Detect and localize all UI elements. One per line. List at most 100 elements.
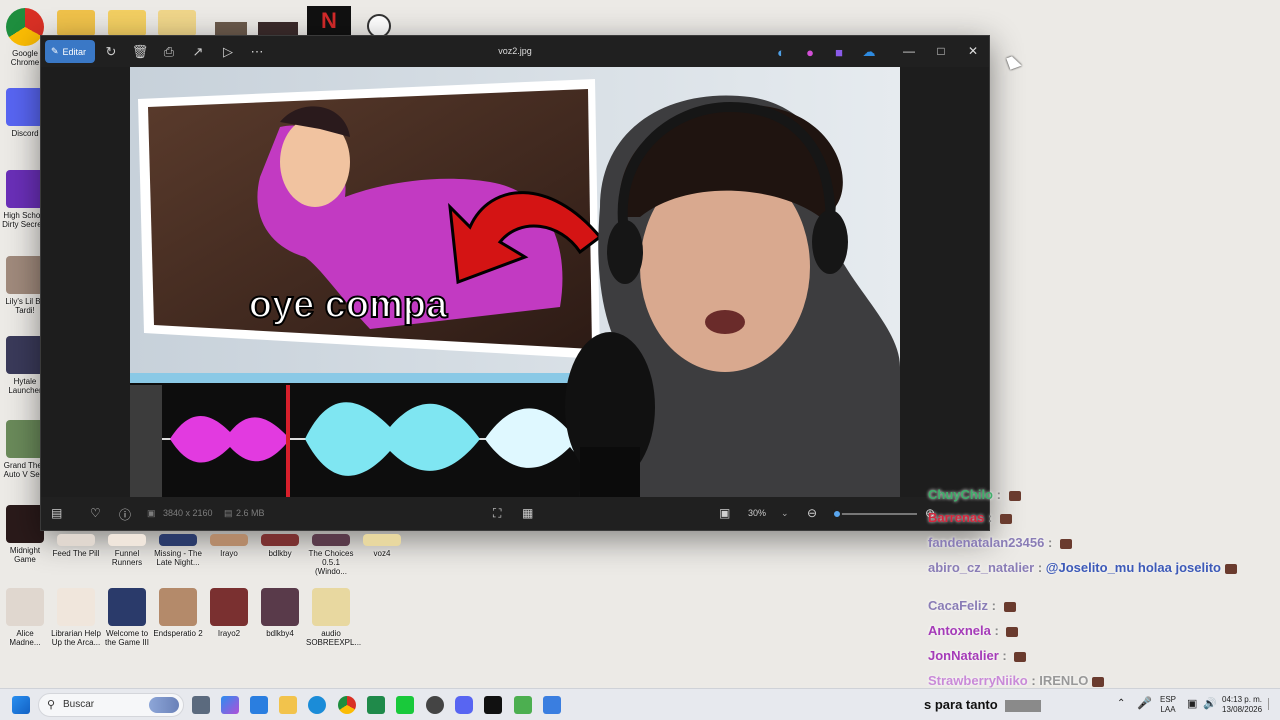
chat-username: JonNatalier (928, 648, 999, 663)
desktop-icon[interactable]: voz4 (357, 534, 407, 558)
excel-icon[interactable] (367, 696, 385, 714)
store-icon[interactable] (250, 696, 268, 714)
volume-icon[interactable]: 🔊 (1203, 697, 1217, 710)
app-thumbnail-icon (57, 588, 95, 626)
folder-icon[interactable] (57, 10, 95, 36)
clipchamp-icon[interactable]: ■ (827, 41, 851, 63)
favorite-heart-icon[interactable]: ♡ (90, 506, 101, 520)
chat-emote-icon (999, 513, 1012, 524)
desktop-icon[interactable]: bdlkby (255, 534, 305, 558)
app-thumbnail-icon (312, 588, 350, 626)
clock-time: 04:13 p. m. (1222, 695, 1263, 704)
task-view-icon[interactable] (192, 696, 210, 714)
chat-message: StrawberryNiiko : IRENLO (928, 673, 1105, 688)
desktop-icon-label: Librarian Help Up the Arca... (51, 629, 101, 647)
desktop-icon[interactable]: Endsperatio 2 (153, 588, 203, 638)
game-thumbnail-icon[interactable] (258, 22, 298, 36)
chat-emote-icon (1008, 490, 1021, 501)
desktop-icon-label: audio SOBREEXPL... (306, 629, 362, 647)
chat-separator: : (998, 648, 1011, 663)
desktop-icon[interactable]: audio SOBREEXPL... (306, 588, 362, 647)
app-thumbnail-icon (261, 588, 299, 626)
desktop-icon[interactable]: bdlkby4 (255, 588, 305, 638)
desktop-icon-label: Feed The Pill (52, 549, 100, 558)
zoom-slider-thumb[interactable] (832, 509, 843, 519)
obs-icon[interactable] (426, 696, 444, 714)
chat-message: fandenatalan23456 : (928, 535, 1072, 550)
network-icon[interactable]: ▣ (1187, 697, 1197, 710)
minimize-icon[interactable]: — (893, 40, 925, 62)
discord-icon[interactable] (455, 696, 473, 714)
desktop-icon[interactable]: Irayo (204, 534, 254, 558)
mouse-cursor-icon (1006, 54, 1022, 70)
desktop-icon[interactable]: Irayo2 (204, 588, 254, 638)
info-icon[interactable]: ⓘ (119, 506, 131, 523)
chat-separator: : (1027, 673, 1040, 688)
game-thumbnail-icon[interactable] (215, 22, 247, 36)
chevron-down-icon[interactable]: ⌄ (781, 508, 789, 519)
copilot-icon[interactable]: ● (798, 41, 822, 63)
thumbnail-image: oye compa (130, 67, 900, 499)
edge-icon[interactable] (308, 696, 326, 714)
desktop-icon[interactable]: Missing - The Late Night... (153, 534, 203, 567)
desktop-icon[interactable]: Librarian Help Up the Arca... (51, 588, 101, 647)
chat-message: Barrenas : (928, 510, 1012, 525)
windows-start-icon[interactable] (12, 696, 30, 714)
chat-username: abiro_cz_natalier (928, 560, 1035, 575)
desktop-icon[interactable]: Feed The Pill (51, 534, 101, 558)
desktop-icon-label: Missing - The Late Night... (154, 549, 202, 567)
chat-username: CacaFeliz (928, 598, 988, 613)
desktop-icon-label: Alice Madne... (9, 629, 41, 647)
show-desktop-icon[interactable] (1268, 698, 1276, 710)
fit-screen-icon[interactable]: ▣ (719, 506, 730, 520)
minecraft-icon[interactable] (514, 696, 532, 714)
lilys-icon (6, 256, 44, 294)
file-explorer-icon[interactable] (279, 696, 297, 714)
chrome-icon (6, 8, 44, 46)
image-canvas[interactable]: oye compa (130, 67, 900, 499)
chat-username: ChuyChilo (928, 487, 993, 502)
app-logo-icon[interactable] (484, 696, 502, 714)
clock[interactable]: 04:13 p. m. 13/08/2026 (1222, 695, 1262, 715)
hytale-icon (6, 336, 44, 374)
chevron-up-icon[interactable]: ⌃ (1117, 698, 1125, 709)
designer-icon[interactable]: ◐ (769, 41, 793, 63)
copilot-icon[interactable] (221, 696, 239, 714)
high-school-icon (6, 170, 44, 208)
desktop-icon[interactable]: Welcome to the Game III (102, 588, 152, 647)
language-indicator[interactable]: ESP LAA (1160, 695, 1176, 715)
desktop-icon-label: The Choices 0.5.1 (Windo... (308, 549, 354, 576)
visual-search-icon[interactable]: ▦ (522, 506, 533, 520)
filmstrip-icon[interactable]: ▤ (51, 506, 62, 520)
search-placeholder: Buscar (63, 699, 95, 710)
chrome-icon[interactable] (338, 696, 356, 714)
zoom-level[interactable]: 30% (748, 508, 766, 518)
chat-separator: : (1034, 560, 1046, 575)
onedrive-icon[interactable]: ☁ (857, 41, 881, 63)
folder-icon[interactable] (108, 10, 146, 36)
bottom-toolbar: ▤ ♡ ⓘ ▣ 3840 x 2160 ▤ 2.6 MB ⛶ ▦ ▣ 30% ⌄… (41, 497, 989, 530)
microphone-icon[interactable]: 🎤 (1137, 696, 1152, 710)
zoom-slider[interactable] (832, 509, 917, 519)
desktop-icon[interactable]: The Choices 0.5.1 (Windo... (306, 534, 356, 576)
photos-icon[interactable] (543, 696, 561, 714)
search-box[interactable]: ⚲ Buscar (38, 693, 184, 717)
chat-message: JonNatalier : (928, 648, 1027, 663)
app-thumbnail-icon (57, 534, 95, 546)
desktop-icon[interactable]: Funnel Runners (102, 534, 152, 567)
crop-icon[interactable]: ⛶ (493, 506, 501, 521)
app-logo-icon[interactable]: N (307, 6, 351, 36)
zoom-out-icon[interactable]: ⊖ (807, 506, 817, 520)
desktop-icon-label: Irayo (220, 549, 238, 558)
maximize-icon[interactable]: □ (925, 40, 957, 62)
desktop-icon-label: Welcome to the Game III (104, 629, 150, 647)
folder-icon[interactable] (158, 10, 196, 36)
app-thumbnail-icon (261, 534, 299, 546)
desktop-icon-label: Midnight Game (9, 546, 41, 564)
taskbar: ⚲ Buscar s para tanto ⌃ 🎤 ESP LAA ▣ 🔊 04… (0, 688, 1280, 720)
capcut-icon[interactable] (396, 696, 414, 714)
chat-separator: : (984, 510, 996, 525)
close-icon[interactable]: ✕ (957, 40, 989, 62)
desktop-icon[interactable]: Alice Madne... (0, 588, 50, 647)
app-thumbnail-icon (108, 534, 146, 546)
